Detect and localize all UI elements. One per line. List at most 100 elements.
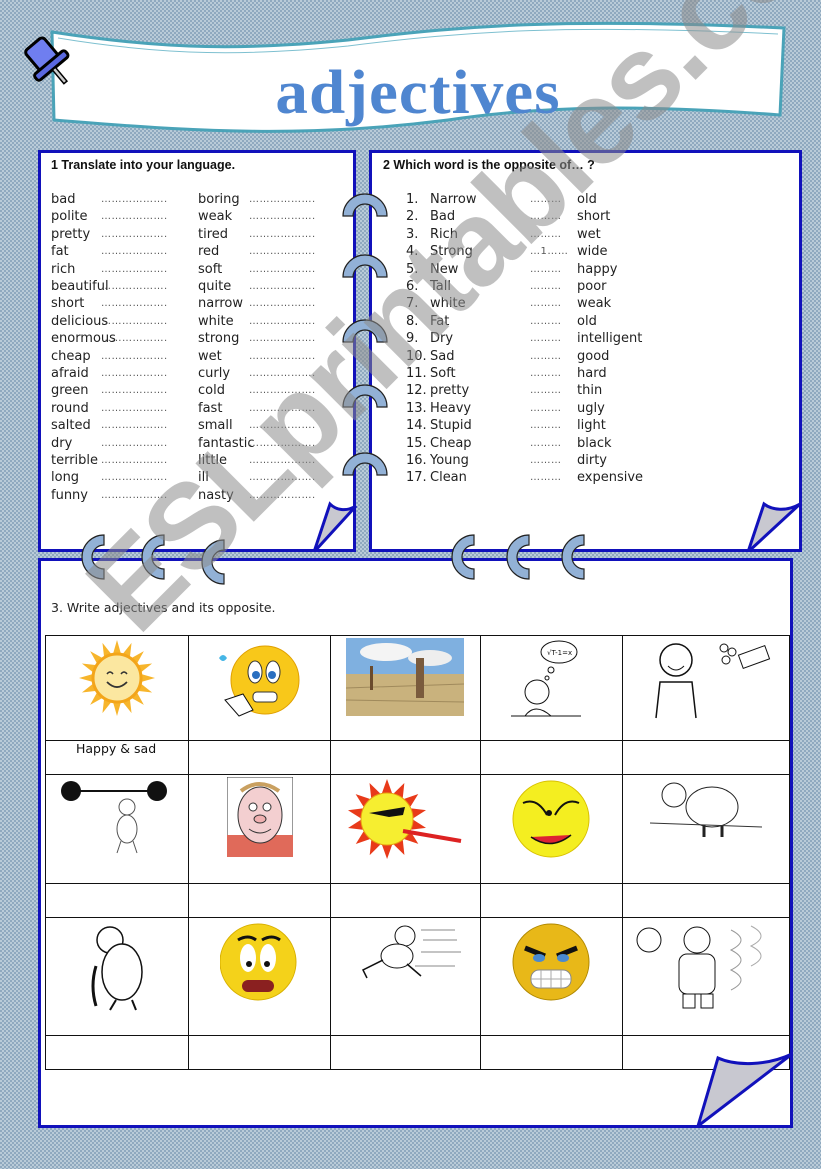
answer-blank[interactable]: ………………. xyxy=(249,385,316,396)
answer-row xyxy=(44,1035,791,1070)
item-word: Dry xyxy=(430,331,454,347)
picture-cell xyxy=(188,635,332,741)
answer-cell[interactable] xyxy=(330,740,481,775)
answer-blank[interactable]: ……… xyxy=(530,385,562,396)
answer-cell[interactable] xyxy=(44,1035,190,1070)
answer-cell[interactable] xyxy=(330,883,481,918)
answer-cell[interactable] xyxy=(621,740,791,775)
answer-blank[interactable]: ……… xyxy=(530,351,562,362)
opposite-word: weak xyxy=(577,296,612,312)
answer-cell[interactable] xyxy=(479,1035,623,1070)
answer-blank[interactable]: ……… xyxy=(530,298,562,309)
answer-blank[interactable]: ………………. xyxy=(101,490,168,501)
answer-blank[interactable]: ………………. xyxy=(249,316,316,327)
word-item: afraid xyxy=(51,366,89,381)
answer-blank[interactable]: ………………. xyxy=(101,316,168,327)
answer-blank[interactable]: ……… xyxy=(530,194,562,205)
answer-blank[interactable]: ………………. xyxy=(101,264,168,275)
answer-blank[interactable]: ………………. xyxy=(249,438,316,449)
answer-blank[interactable]: ………………. xyxy=(101,385,168,396)
item-word: white xyxy=(430,296,466,312)
answer-blank[interactable]: ………………. xyxy=(249,264,316,275)
answer-cell[interactable] xyxy=(188,883,332,918)
opposite-word: short xyxy=(577,209,611,225)
page-curl-icon xyxy=(696,1052,793,1128)
word-item: polite xyxy=(51,209,88,225)
answer-blank[interactable]: ………………. xyxy=(101,211,168,222)
answer-blank[interactable]: ……… xyxy=(530,472,562,483)
answer-blank[interactable]: ……… xyxy=(530,316,562,327)
answer-blank[interactable]: ………………. xyxy=(101,298,168,309)
answer-blank[interactable]: ………………. xyxy=(101,229,168,240)
answer-blank[interactable]: ………………. xyxy=(101,403,168,414)
answer-blank[interactable]: ………………. xyxy=(249,351,316,362)
answer-cell[interactable] xyxy=(479,740,623,775)
item-word: New xyxy=(430,261,459,277)
answer-blank[interactable]: ……… xyxy=(530,455,562,466)
answer-blank[interactable]: ………………. xyxy=(249,472,316,483)
picture-cell xyxy=(621,774,791,884)
answer-blank[interactable]: ………………. xyxy=(249,490,316,501)
item-number: 3. xyxy=(406,226,419,242)
answer-cell[interactable] xyxy=(188,1035,332,1070)
answer-blank[interactable]: ………………. xyxy=(101,194,168,205)
word-item: curly xyxy=(198,366,231,381)
opposite-word: ugly xyxy=(577,400,605,416)
answer-blank[interactable]: ……… xyxy=(530,368,562,379)
word-item: funny xyxy=(51,487,88,503)
answer-blank[interactable]: ………………. xyxy=(249,455,316,466)
word-item: little xyxy=(198,453,228,468)
answer-blank[interactable]: …1…… xyxy=(530,246,568,257)
answer-blank[interactable]: ………………. xyxy=(249,211,316,222)
answer-cell[interactable] xyxy=(621,883,791,918)
answer-cell[interactable] xyxy=(44,883,190,918)
answer-blank[interactable]: ………………. xyxy=(101,420,168,431)
opposite-word: old xyxy=(577,313,597,329)
answer-blank[interactable]: ……… xyxy=(530,420,562,431)
answer-blank[interactable]: ………………. xyxy=(249,229,316,240)
answer-blank[interactable]: ………………. xyxy=(101,333,168,344)
answer-cell[interactable] xyxy=(330,1035,481,1070)
answer-blank[interactable]: ……… xyxy=(530,333,562,344)
answer-blank[interactable]: ……… xyxy=(530,403,562,414)
answer-blank[interactable]: ………………. xyxy=(101,281,168,292)
word-item: white xyxy=(198,313,234,329)
answer-blank[interactable]: ………………. xyxy=(249,333,316,344)
running-man-fast-icon xyxy=(331,918,479,1037)
answer-blank[interactable]: ………………. xyxy=(101,368,168,379)
answer-blank[interactable]: ………………. xyxy=(101,246,168,257)
answer-blank[interactable]: ………………. xyxy=(249,246,316,257)
image-row xyxy=(44,774,791,884)
write-adjectives-panel: 3. Write adjectives and its opposite. √T… xyxy=(38,558,793,1128)
answer-blank[interactable]: ………………. xyxy=(101,472,168,483)
svg-text:√T-1=x: √T-1=x xyxy=(547,649,572,657)
smiling-sun-icon xyxy=(46,636,188,742)
answer-blank[interactable]: ………………. xyxy=(101,351,168,362)
answer-cell[interactable] xyxy=(188,740,332,775)
answer-blank[interactable]: ………………. xyxy=(249,420,316,431)
item-number: 8. xyxy=(406,313,419,329)
answer-blank[interactable]: ………………. xyxy=(101,455,168,466)
word-item: ill xyxy=(198,470,209,486)
image-row: √T-1=x xyxy=(44,635,791,742)
answer-blank[interactable]: ……… xyxy=(530,264,562,275)
answer-blank[interactable]: ………………. xyxy=(249,298,316,309)
answer-blank[interactable]: ……… xyxy=(530,438,562,449)
answer-blank[interactable]: ……… xyxy=(530,229,562,240)
item-word: Clean xyxy=(430,470,467,486)
word-item: fast xyxy=(198,400,223,416)
answer-blank[interactable]: ………………. xyxy=(249,403,316,414)
word-item: short xyxy=(51,296,85,312)
opposite-word: black xyxy=(577,435,612,451)
answer-blank[interactable]: ………………. xyxy=(249,368,316,379)
opposite-word: good xyxy=(577,348,610,364)
answer-blank[interactable]: ………………. xyxy=(249,281,316,292)
answer-blank[interactable]: ……… xyxy=(530,211,562,222)
section3-heading: 3. Write adjectives and its opposite. xyxy=(51,600,276,615)
pushpin-icon xyxy=(24,36,70,85)
answer-blank[interactable]: ………………. xyxy=(249,194,316,205)
answer-blank[interactable]: ………………. xyxy=(101,438,168,449)
answer-blank[interactable]: ……… xyxy=(530,281,562,292)
answer-cell[interactable] xyxy=(479,883,623,918)
answer-cell[interactable]: Happy & sad xyxy=(44,740,190,775)
